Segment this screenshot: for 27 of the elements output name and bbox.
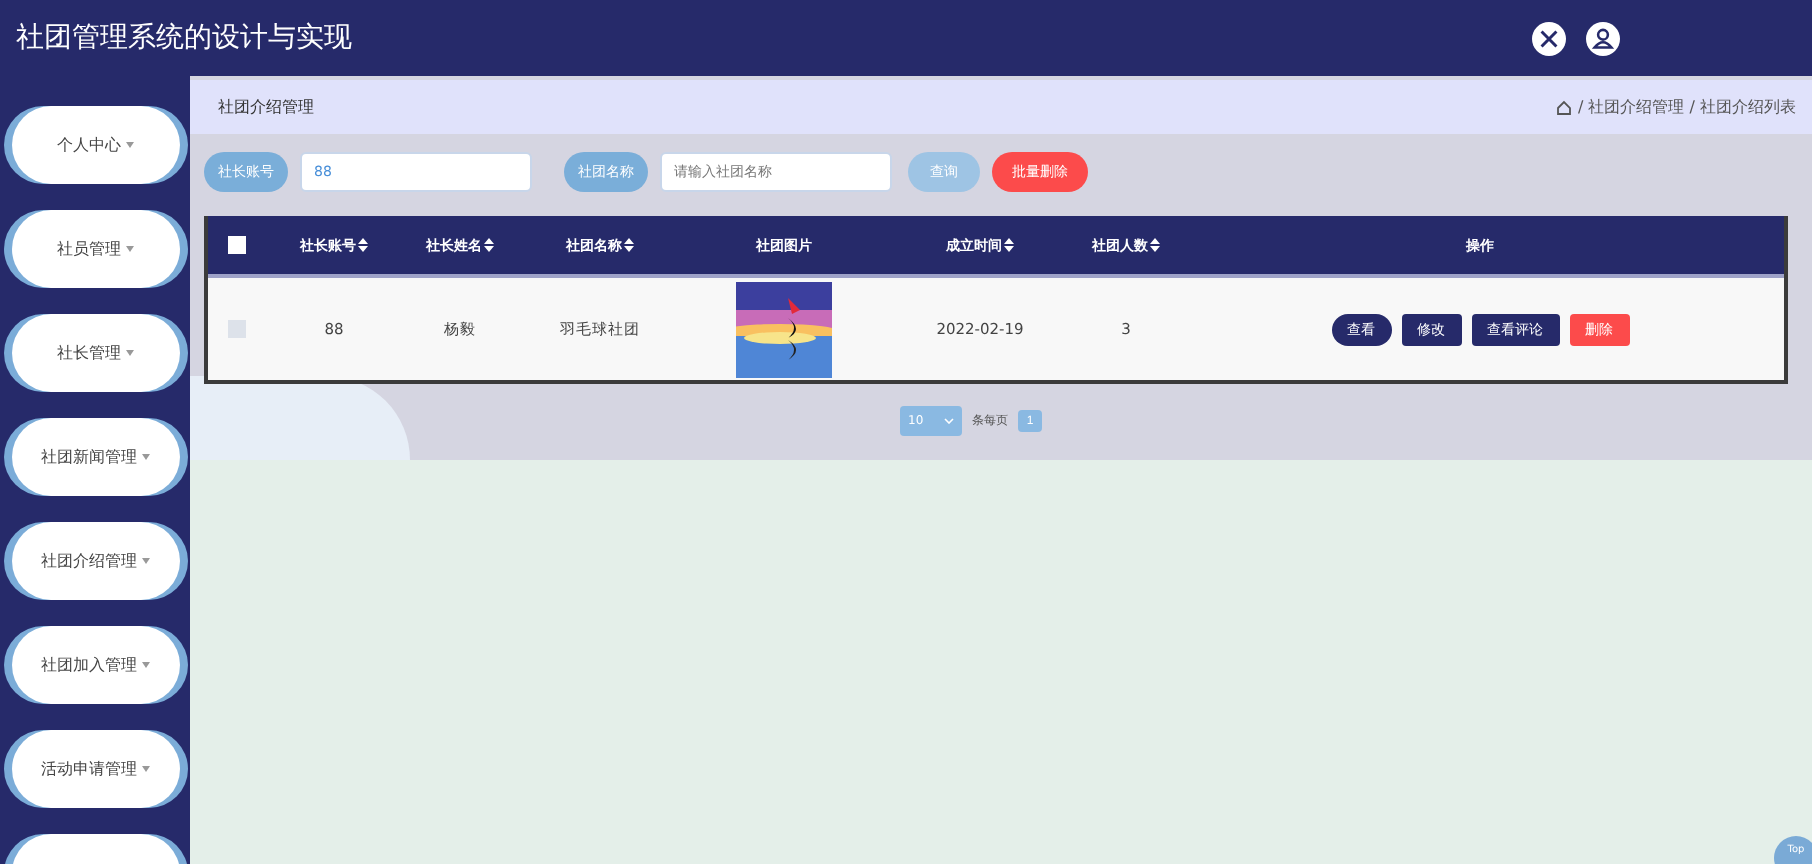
sort-icon[interactable]	[358, 238, 368, 252]
page-title: 社团介绍管理	[218, 96, 316, 118]
sort-icon[interactable]	[484, 238, 494, 252]
caret-icon	[141, 662, 149, 668]
app-title: 社团管理系统的设计与实现	[16, 20, 354, 56]
sidebar-item[interactable]: 社团新闻管理	[11, 418, 179, 496]
sidebar-item[interactable]: 个人中心	[11, 106, 179, 184]
sidebar-item[interactable]: 活动申请管理	[11, 730, 179, 808]
home-icon[interactable]	[1555, 99, 1572, 115]
caret-icon	[141, 766, 149, 772]
caret-icon	[125, 350, 133, 356]
sort-icon[interactable]	[1150, 238, 1160, 252]
checkbox[interactable]	[227, 236, 245, 254]
sidebar-item[interactable]: 社长管理	[11, 314, 179, 392]
caret-icon	[141, 454, 149, 460]
sidebar-item[interactable]: 社团介绍管理	[11, 522, 179, 600]
caret-icon	[125, 142, 133, 148]
sidebar-item[interactable]: 社员管理	[11, 210, 179, 288]
breadcrumb: / 社团介绍管理 / 社团介绍列表	[1577, 96, 1796, 118]
user-icon[interactable]	[1586, 21, 1620, 55]
sort-icon[interactable]	[1004, 238, 1014, 252]
caret-icon	[141, 558, 149, 564]
caret-icon	[125, 246, 133, 252]
chevron-down-icon	[944, 418, 954, 424]
sort-icon[interactable]	[624, 238, 634, 252]
checkbox[interactable]	[227, 320, 245, 338]
sidebar-item[interactable]: 社团加入管理	[11, 626, 179, 704]
